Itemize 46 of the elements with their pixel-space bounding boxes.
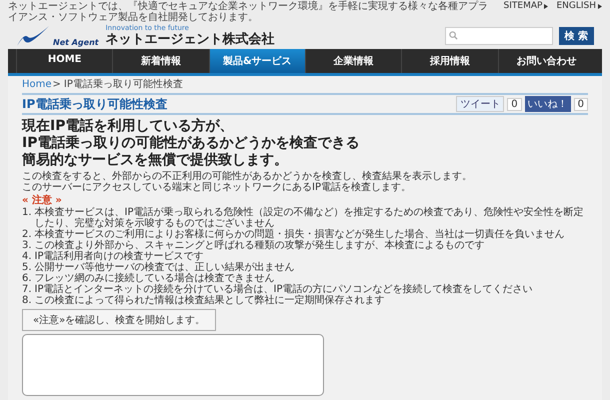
notice-heading: « 注意 » bbox=[22, 195, 63, 206]
headline-text: 簡易的なサービスを無償で提供致します。 bbox=[22, 152, 289, 169]
nav-tab[interactable]: HOME bbox=[16, 49, 112, 73]
note-text: フレッツ網のみに接続している場合は検査できません bbox=[34, 273, 275, 284]
search-field[interactable] bbox=[444, 26, 553, 44]
note-text: IP電話利用者向けの検査サービスです bbox=[34, 251, 204, 262]
company-name: ネットエージェント株式会社 bbox=[106, 32, 275, 47]
intro-text: この検査をすると、外部からの不正利用の可能性があるかどうかを検査し、検査結果を表示します。 bbox=[22, 171, 473, 182]
nav-tab[interactable]: 採用情報 bbox=[401, 49, 498, 73]
note-text: この検査によって得られた情報は検査結果として弊社に一定期間保存されます bbox=[34, 295, 385, 306]
note-text: 本検査サービスは、IP電話が乗っ取られる危険性（設定の不備など）を推定するための検査であり、危険性や安全性を断定したり、完璧な対策を示唆するものではございません bbox=[34, 207, 585, 229]
headline-text: IP電話乗っ取りの可能性があるかどうかを検査できる bbox=[22, 135, 360, 152]
nav-tab[interactable]: 製品&サービス bbox=[208, 49, 305, 73]
note-text: IP電話とインターネットの接続を分けている場合は、IP電話の方にパソコンなどを接続して検査をしてください bbox=[34, 284, 533, 295]
note-number: 3. bbox=[22, 240, 32, 251]
note-number: 4. bbox=[22, 251, 32, 262]
breadcrumb-separator: > bbox=[52, 79, 61, 90]
headline-text: 現在IP電話を利用している方が、 bbox=[22, 118, 234, 135]
page-title: IP電話乗っ取り可能性検査 bbox=[22, 96, 168, 112]
note-number: 2. bbox=[22, 229, 32, 240]
tweet-button[interactable]: ツイート bbox=[456, 96, 504, 112]
intro-text: このサーバーにアクセスしている端末と同じネットワークにあるIP電話を検査します。 bbox=[22, 182, 412, 193]
nav-tab[interactable]: 企業情報 bbox=[304, 49, 402, 73]
caret-icon bbox=[598, 4, 602, 8]
breadcrumb-current: IP電話乗っ取り可能性検査 bbox=[64, 79, 183, 90]
note-number: 5. bbox=[22, 262, 32, 273]
note-text: 公開サーバ等他サーバの検査では、正しい結果が出ません bbox=[34, 262, 295, 273]
header-link[interactable]: ENGLISH bbox=[556, 1, 596, 11]
note-number: 6. bbox=[22, 273, 32, 284]
like-count: 0 bbox=[574, 98, 588, 110]
breadcrumb-link[interactable]: Home bbox=[22, 79, 52, 90]
note-number: 1. bbox=[22, 207, 32, 220]
nav-tab[interactable]: お問い合わせ bbox=[498, 49, 594, 73]
note-number: 8. bbox=[22, 295, 32, 306]
like-button[interactable]: いいね！ bbox=[524, 96, 571, 112]
start-check-button[interactable]: «注意»を確認し、検査を開始します。 bbox=[22, 309, 216, 331]
note-number: 7. bbox=[22, 284, 32, 295]
tweet-count: 0 bbox=[507, 98, 522, 110]
logo-wordmark: Net Agent bbox=[53, 38, 99, 47]
caret-icon bbox=[544, 4, 548, 8]
header-link[interactable]: SITEMAP bbox=[504, 1, 542, 11]
note-text: この検査より外部から、スキャニングと呼ばれる種類の攻撃が発生しますが、本検査によるものです bbox=[34, 240, 485, 251]
search-icon bbox=[448, 31, 458, 40]
site-tagline: ネットエージェントでは、『快適でセキュアな企業ネットワーク環境』を手軽に実現する様々な各種アプライアンス・ソフトウェア製品を自社開発しております。 bbox=[8, 1, 489, 23]
search-button[interactable]: 検 索 bbox=[558, 26, 594, 44]
note-text: 本検査サービスのご利用によりお客様に何らかの問題・損失・損害などが発生した場合、当社は一切責任を負いません bbox=[34, 229, 565, 240]
